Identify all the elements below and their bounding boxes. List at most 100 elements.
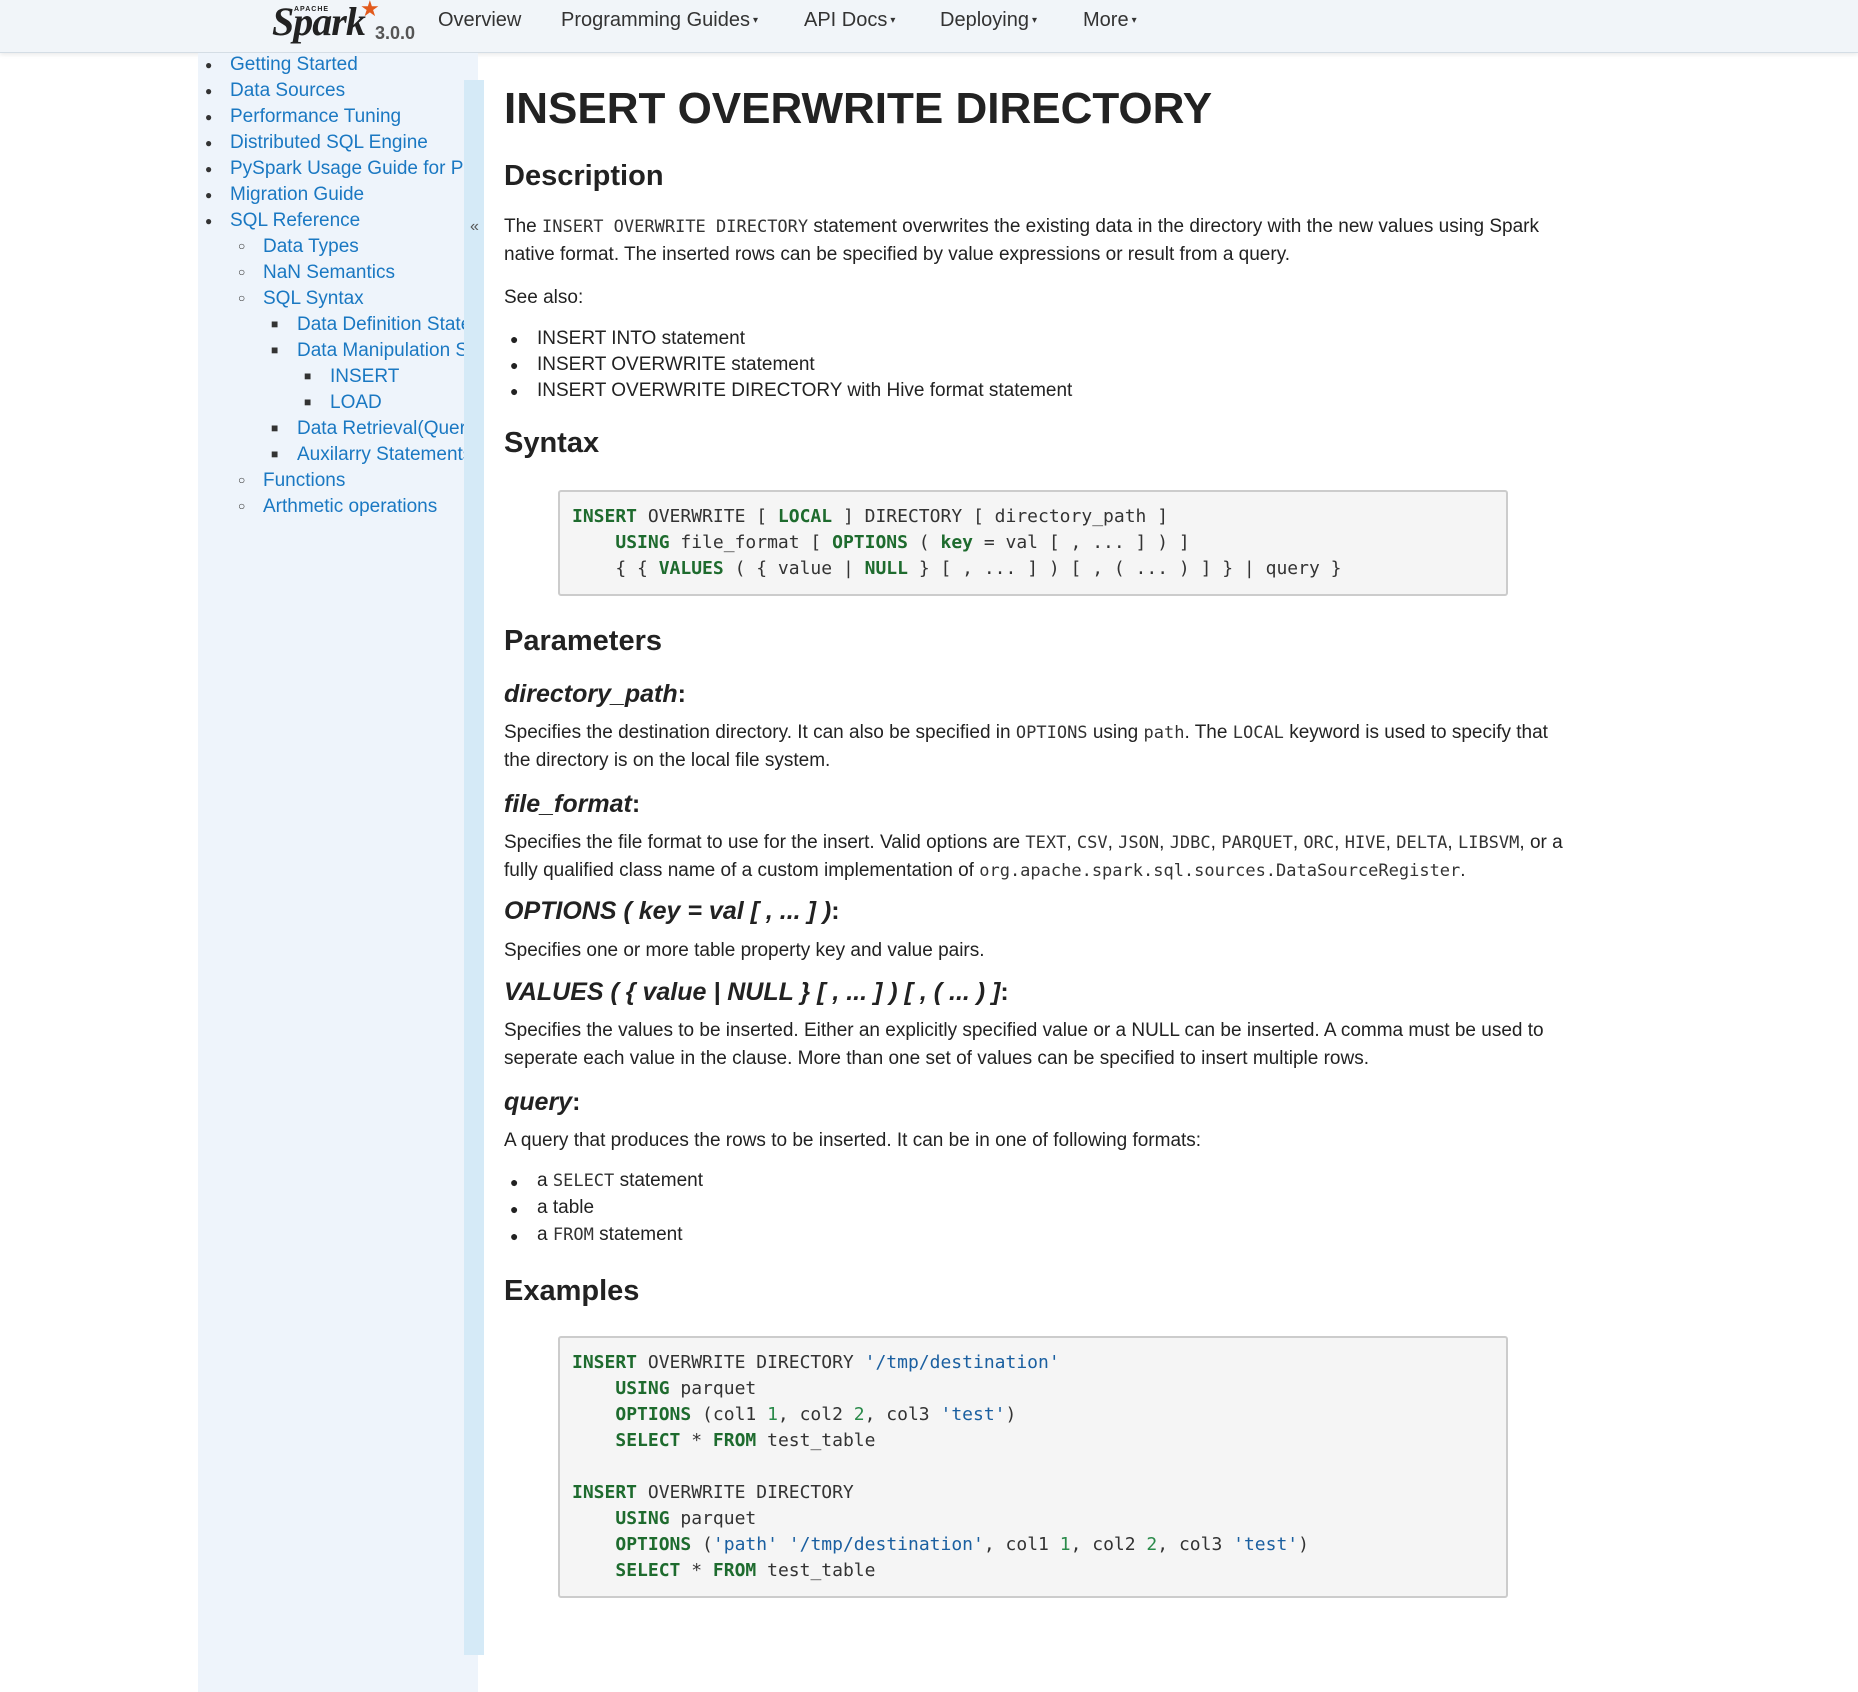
code-token-kw: INSERT bbox=[572, 1482, 638, 1503]
code-text: , col2 bbox=[1070, 1534, 1147, 1555]
sidebar-item-data-definition[interactable]: Data Definition State bbox=[297, 313, 464, 337]
text-span: . The bbox=[1184, 722, 1228, 743]
sidebar-item-arithmetic[interactable]: Arthmetic operations bbox=[263, 495, 437, 519]
text-span: . bbox=[1460, 860, 1466, 881]
sidebar-item-sql-reference[interactable]: SQL Reference bbox=[230, 209, 360, 233]
sidebar-item-nan-semantics[interactable]: NaN Semantics bbox=[263, 261, 395, 285]
code-token-kw: LOCAL bbox=[777, 506, 833, 527]
inline-code: LIBSVM bbox=[1457, 833, 1520, 853]
bullet-icon: ■ bbox=[271, 317, 279, 331]
param-name: directory_path bbox=[504, 680, 678, 708]
bullet-icon: ○ bbox=[238, 499, 246, 513]
chevron-down-icon: ▾ bbox=[752, 14, 758, 26]
sidebar-item-migration-guide[interactable]: Migration Guide bbox=[230, 183, 364, 207]
code-text: OVERWRITE DIRECTORY bbox=[637, 1482, 854, 1503]
see-also-label: See also: bbox=[504, 287, 584, 308]
code-text: ) bbox=[1005, 1404, 1017, 1425]
code-token-kw: FROM bbox=[712, 1560, 757, 1581]
text-span: using bbox=[1092, 722, 1139, 743]
sidebar-item-load[interactable]: LOAD bbox=[330, 391, 382, 415]
sidebar-item-data-manipulation[interactable]: Data Manipulation S bbox=[297, 339, 464, 363]
inline-code: SELECT bbox=[552, 1171, 615, 1191]
sidebar-item-pyspark-guide[interactable]: PySpark Usage Guide for Pa bbox=[230, 157, 464, 181]
code-line: USING file_format [ OPTIONS ( key = val … bbox=[572, 530, 1494, 556]
query-text: A query that produces the rows to be ins… bbox=[504, 1130, 1202, 1151]
code-text: test_table bbox=[756, 1560, 876, 1581]
top-navbar: APACHE Spark ★ 3.0.0 Overview Programmin… bbox=[0, 0, 1858, 53]
collapse-sidebar-icon[interactable]: « bbox=[470, 218, 479, 236]
bullet-icon: ● bbox=[510, 1201, 519, 1217]
bullet-icon: ● bbox=[205, 110, 213, 124]
bullet-icon: ● bbox=[510, 383, 519, 399]
code-token-str: '/tmp/destination' bbox=[864, 1352, 1060, 1373]
query-format-table: a table bbox=[537, 1197, 595, 1218]
code-line: OPTIONS (col1 1, col2 2, col3 'test') bbox=[572, 1402, 1494, 1428]
code-text: * bbox=[680, 1560, 713, 1581]
description-code: INSERT OVERWRITE DIRECTORY bbox=[542, 217, 809, 237]
bullet-icon: ■ bbox=[271, 421, 279, 435]
param-directory-path: directory_path: bbox=[504, 680, 686, 709]
parameters-heading: Parameters bbox=[504, 625, 662, 657]
bullet-icon: ■ bbox=[271, 343, 279, 357]
text-span: Specifies the destination directory. It … bbox=[504, 722, 1011, 743]
sidebar-collapse-strip[interactable] bbox=[464, 80, 484, 1655]
param-query: query: bbox=[504, 1088, 580, 1117]
bullet-icon: ● bbox=[510, 1174, 519, 1190]
code-token-kw: INSERT bbox=[572, 506, 638, 527]
inline-code: CSV bbox=[1076, 833, 1108, 853]
code-text: parquet bbox=[669, 1508, 757, 1529]
nav-more[interactable]: More ▾ bbox=[1083, 8, 1137, 33]
page-title: INSERT OVERWRITE DIRECTORY bbox=[504, 84, 1213, 133]
bullet-icon: ● bbox=[205, 84, 213, 98]
directory-path-text: Specifies the destination directory. It … bbox=[504, 719, 1564, 775]
param-file-format: file_format: bbox=[504, 790, 640, 819]
sidebar-item-data-types[interactable]: Data Types bbox=[263, 235, 359, 259]
code-text: file_format [ bbox=[669, 532, 833, 553]
sidebar-item-sql-syntax[interactable]: SQL Syntax bbox=[263, 287, 364, 311]
code-text: = val [ , ... ] ) ] bbox=[973, 532, 1190, 553]
text-span: a bbox=[537, 1170, 548, 1191]
link-insert-overwrite-directory-hive[interactable]: INSERT OVERWRITE DIRECTORY with Hive for… bbox=[537, 378, 1072, 404]
code-text: , col2 bbox=[777, 1404, 854, 1425]
syntax-heading: Syntax bbox=[504, 427, 600, 459]
inline-code: LOCAL bbox=[1232, 723, 1284, 743]
inline-code: FROM bbox=[552, 1225, 594, 1245]
sidebar-item-getting-started[interactable]: Getting Started bbox=[230, 53, 358, 77]
code-token-num: 2 bbox=[853, 1404, 865, 1425]
text-span: statement bbox=[599, 1224, 683, 1245]
code-line: { { VALUES ( { value | NULL } [ , ... ] … bbox=[572, 556, 1494, 582]
nav-deploying[interactable]: Deploying ▾ bbox=[940, 8, 1037, 33]
sidebar-item-data-retrieval[interactable]: Data Retrieval(Queri bbox=[297, 417, 464, 441]
code-text: OVERWRITE [ bbox=[637, 506, 778, 527]
options-text: Specifies one or more table property key… bbox=[504, 940, 985, 961]
sidebar-item-insert[interactable]: INSERT bbox=[330, 365, 399, 389]
nav-overview[interactable]: Overview bbox=[438, 8, 521, 32]
nav-programming-guides[interactable]: Programming Guides ▾ bbox=[561, 8, 758, 33]
code-line: INSERT OVERWRITE DIRECTORY bbox=[572, 1480, 1494, 1506]
nav-api-docs[interactable]: API Docs ▾ bbox=[804, 8, 895, 33]
bullet-icon: ■ bbox=[304, 395, 312, 409]
sidebar-item-distributed-sql[interactable]: Distributed SQL Engine bbox=[230, 131, 428, 155]
bullet-icon: ○ bbox=[238, 239, 246, 253]
sidebar-item-data-sources[interactable]: Data Sources bbox=[230, 79, 345, 103]
inline-code: JDBC bbox=[1169, 833, 1211, 853]
description-text-1: The bbox=[504, 216, 537, 237]
sidebar-item-performance-tuning[interactable]: Performance Tuning bbox=[230, 105, 401, 129]
sidebar-item-functions[interactable]: Functions bbox=[263, 469, 345, 493]
nav-api-docs-label: API Docs bbox=[804, 9, 888, 31]
code-token-str: '/tmp/destination' bbox=[788, 1534, 984, 1555]
sidebar-item-auxiliary[interactable]: Auxilarry Statements bbox=[297, 443, 464, 467]
code-line: OPTIONS ('path' '/tmp/destination', col1… bbox=[572, 1532, 1494, 1558]
code-token-num: 1 bbox=[767, 1404, 778, 1425]
examples-code-block: INSERT OVERWRITE DIRECTORY '/tmp/destina… bbox=[558, 1336, 1508, 1598]
bullet-icon: ● bbox=[510, 357, 519, 373]
file-format-text: Specifies the file format to use for the… bbox=[504, 832, 1563, 881]
link-insert-overwrite[interactable]: INSERT OVERWRITE statement bbox=[537, 352, 815, 378]
inline-code: org.apache.spark.sql.sources.DataSourceR… bbox=[979, 861, 1461, 881]
link-insert-into[interactable]: INSERT INTO statement bbox=[537, 326, 745, 352]
